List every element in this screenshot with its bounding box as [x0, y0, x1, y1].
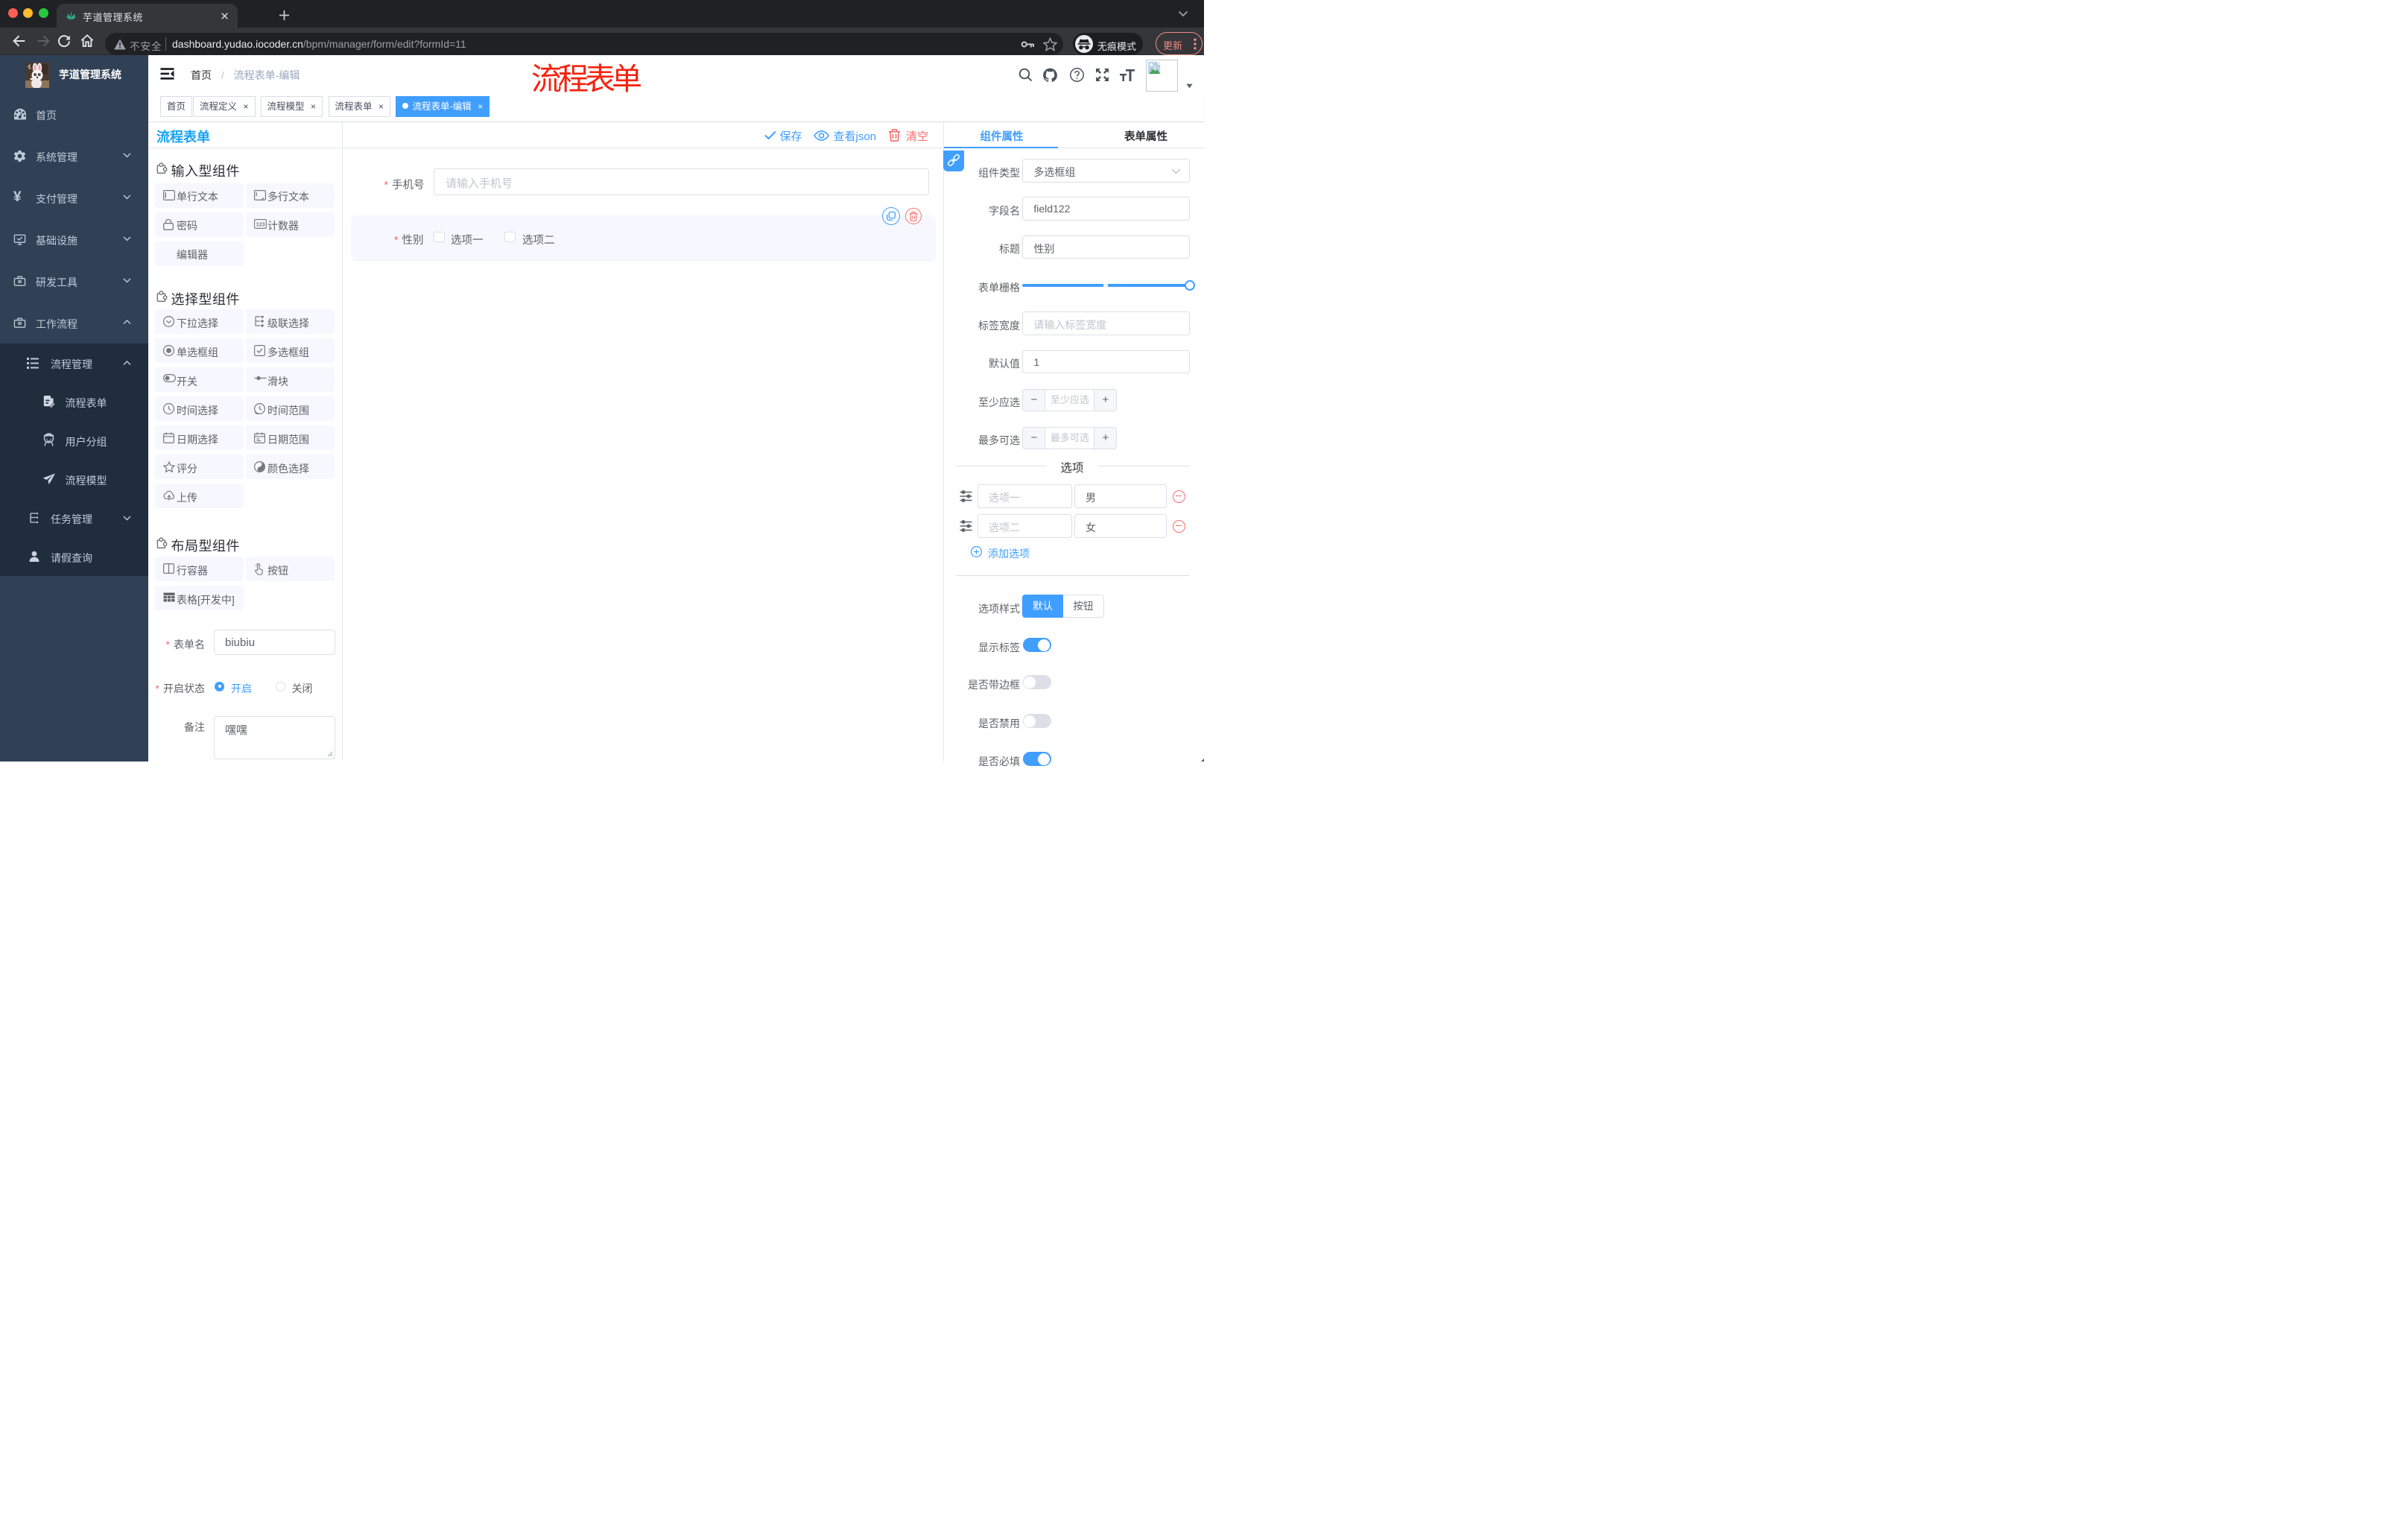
svg-text:123: 123 — [256, 221, 264, 227]
